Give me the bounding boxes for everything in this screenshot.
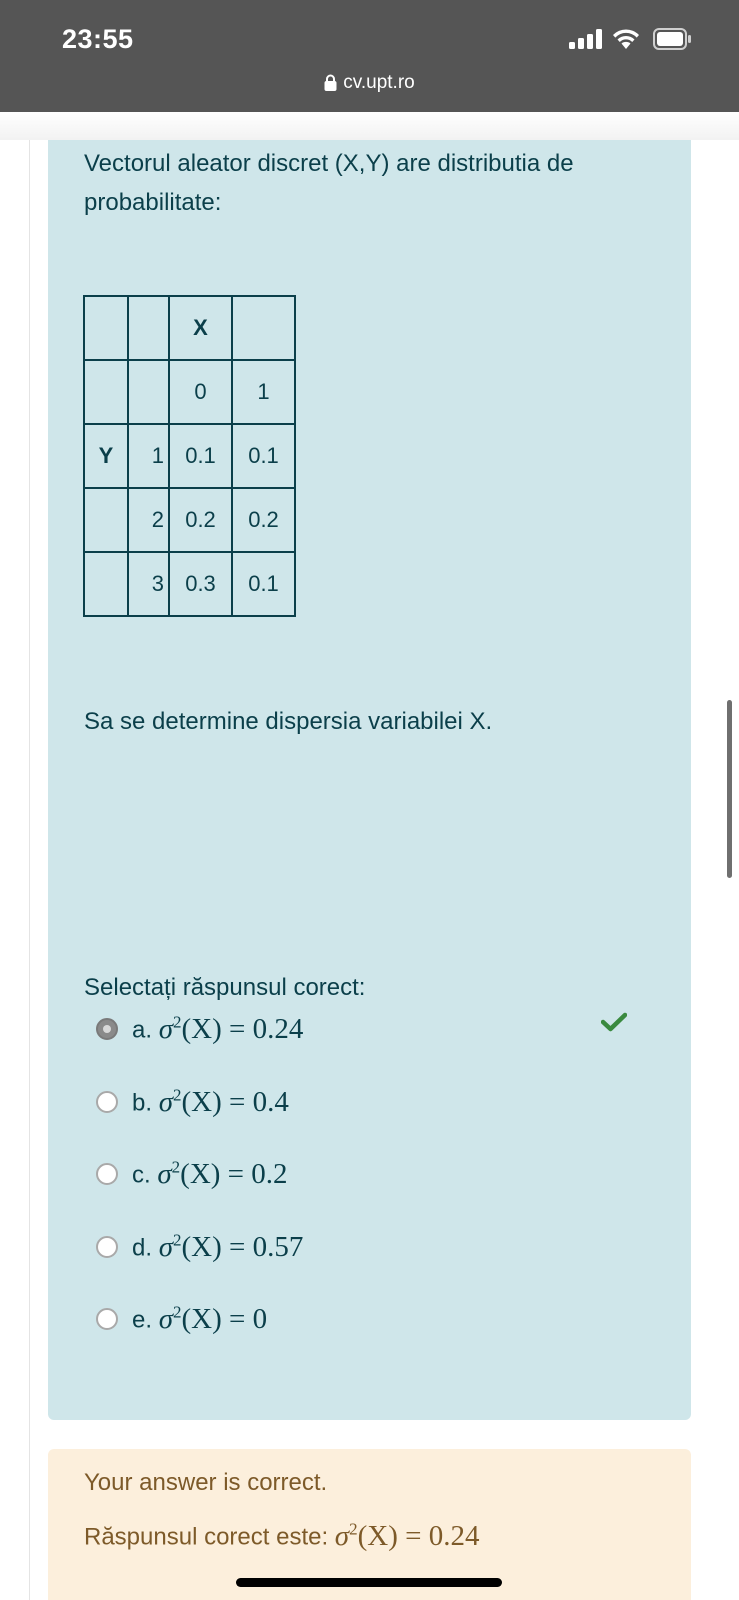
option-letter: c. — [132, 1161, 151, 1189]
table-row: 0 1 — [83, 359, 296, 425]
option-formula: σ2(X) = 0.24 — [158, 1012, 304, 1045]
option-e-label: e. σ2(X) = 0 — [132, 1302, 267, 1336]
table-cell: 0.1 — [231, 551, 296, 617]
battery-icon — [653, 28, 691, 50]
address-bar[interactable]: cv.upt.ro — [0, 72, 739, 94]
table-cell — [83, 487, 129, 553]
option-c-label: c. σ2(X) = 0.2 — [132, 1157, 288, 1191]
option-letter: d. — [132, 1234, 153, 1262]
check-icon — [601, 1012, 627, 1032]
question-text: Vectorul aleator discret (X,Y) are distr… — [84, 150, 574, 216]
url-text: cv.upt.ro — [343, 72, 415, 93]
select-heading: Selectați răspunsul corect: — [84, 974, 366, 1001]
table-cell: 1 — [127, 423, 170, 489]
table-cell: 0.2 — [231, 487, 296, 553]
correct-answer-label: Răspunsul corect este: — [84, 1523, 335, 1551]
option-letter: e. — [132, 1306, 153, 1334]
status-bar: 23:55 cv.upt.ro — [0, 0, 739, 112]
table-cell: 0.1 — [231, 423, 296, 489]
radio-option-d[interactable] — [96, 1236, 118, 1258]
table-cell — [83, 551, 129, 617]
page-border — [29, 140, 30, 1600]
table-cell: Y — [83, 423, 129, 489]
question-card: Vectorul aleator discret (X,Y) are distr… — [48, 140, 691, 1420]
radio-option-c[interactable] — [96, 1163, 118, 1185]
option-a-label: a. σ2(X) = 0.24 — [132, 1012, 303, 1046]
feedback-correct-answer: Răspunsul corect este: σ2(X) = 0.24 — [84, 1519, 479, 1553]
table-row: X — [83, 295, 296, 361]
radio-option-e[interactable] — [96, 1308, 118, 1330]
table-cell: 0.1 — [168, 423, 233, 489]
probability-table: X 0 1 Y 1 0.1 0.1 2 0.2 0.2 3 0.3 0.1 — [83, 295, 296, 617]
wifi-icon — [613, 29, 639, 49]
table-cell — [127, 359, 170, 425]
table-cell — [127, 295, 170, 361]
option-formula: σ2(X) = 0 — [158, 1302, 268, 1335]
table-cell: 0.2 — [168, 487, 233, 553]
home-indicator[interactable] — [236, 1578, 502, 1587]
toolbar-shadow — [0, 112, 739, 140]
option-formula: σ2(X) = 0.4 — [158, 1085, 289, 1118]
table-cell: X — [168, 295, 233, 361]
table-cell — [83, 295, 129, 361]
scrollbar[interactable] — [727, 700, 732, 878]
cellular-signal-icon — [569, 29, 602, 49]
radio-option-b[interactable] — [96, 1091, 118, 1113]
table-cell: 0 — [168, 359, 233, 425]
table-row: 2 0.2 0.2 — [83, 487, 296, 553]
option-b-label: b. σ2(X) = 0.4 — [132, 1085, 289, 1119]
table-row: 3 0.3 0.1 — [83, 551, 296, 617]
correct-answer-formula: σ2(X) = 0.24 — [334, 1519, 480, 1552]
table-cell — [83, 359, 129, 425]
option-d-label: d. σ2(X) = 0.57 — [132, 1230, 303, 1264]
table-row: Y 1 0.1 0.1 — [83, 423, 296, 489]
option-letter: b. — [132, 1089, 153, 1117]
feedback-result: Your answer is correct. — [84, 1469, 328, 1496]
option-formula: σ2(X) = 0.2 — [157, 1157, 288, 1190]
table-cell: 3 — [127, 551, 170, 617]
table-cell: 0.3 — [168, 551, 233, 617]
table-cell — [231, 295, 296, 361]
radio-option-a[interactable] — [96, 1018, 118, 1040]
table-cell: 1 — [231, 359, 296, 425]
clock: 23:55 — [62, 24, 134, 54]
lock-icon — [324, 74, 337, 91]
option-letter: a. — [132, 1016, 153, 1044]
option-formula: σ2(X) = 0.57 — [158, 1230, 304, 1263]
question-prompt: Sa se determine dispersia variabilei X. — [84, 708, 493, 735]
table-cell: 2 — [127, 487, 170, 553]
